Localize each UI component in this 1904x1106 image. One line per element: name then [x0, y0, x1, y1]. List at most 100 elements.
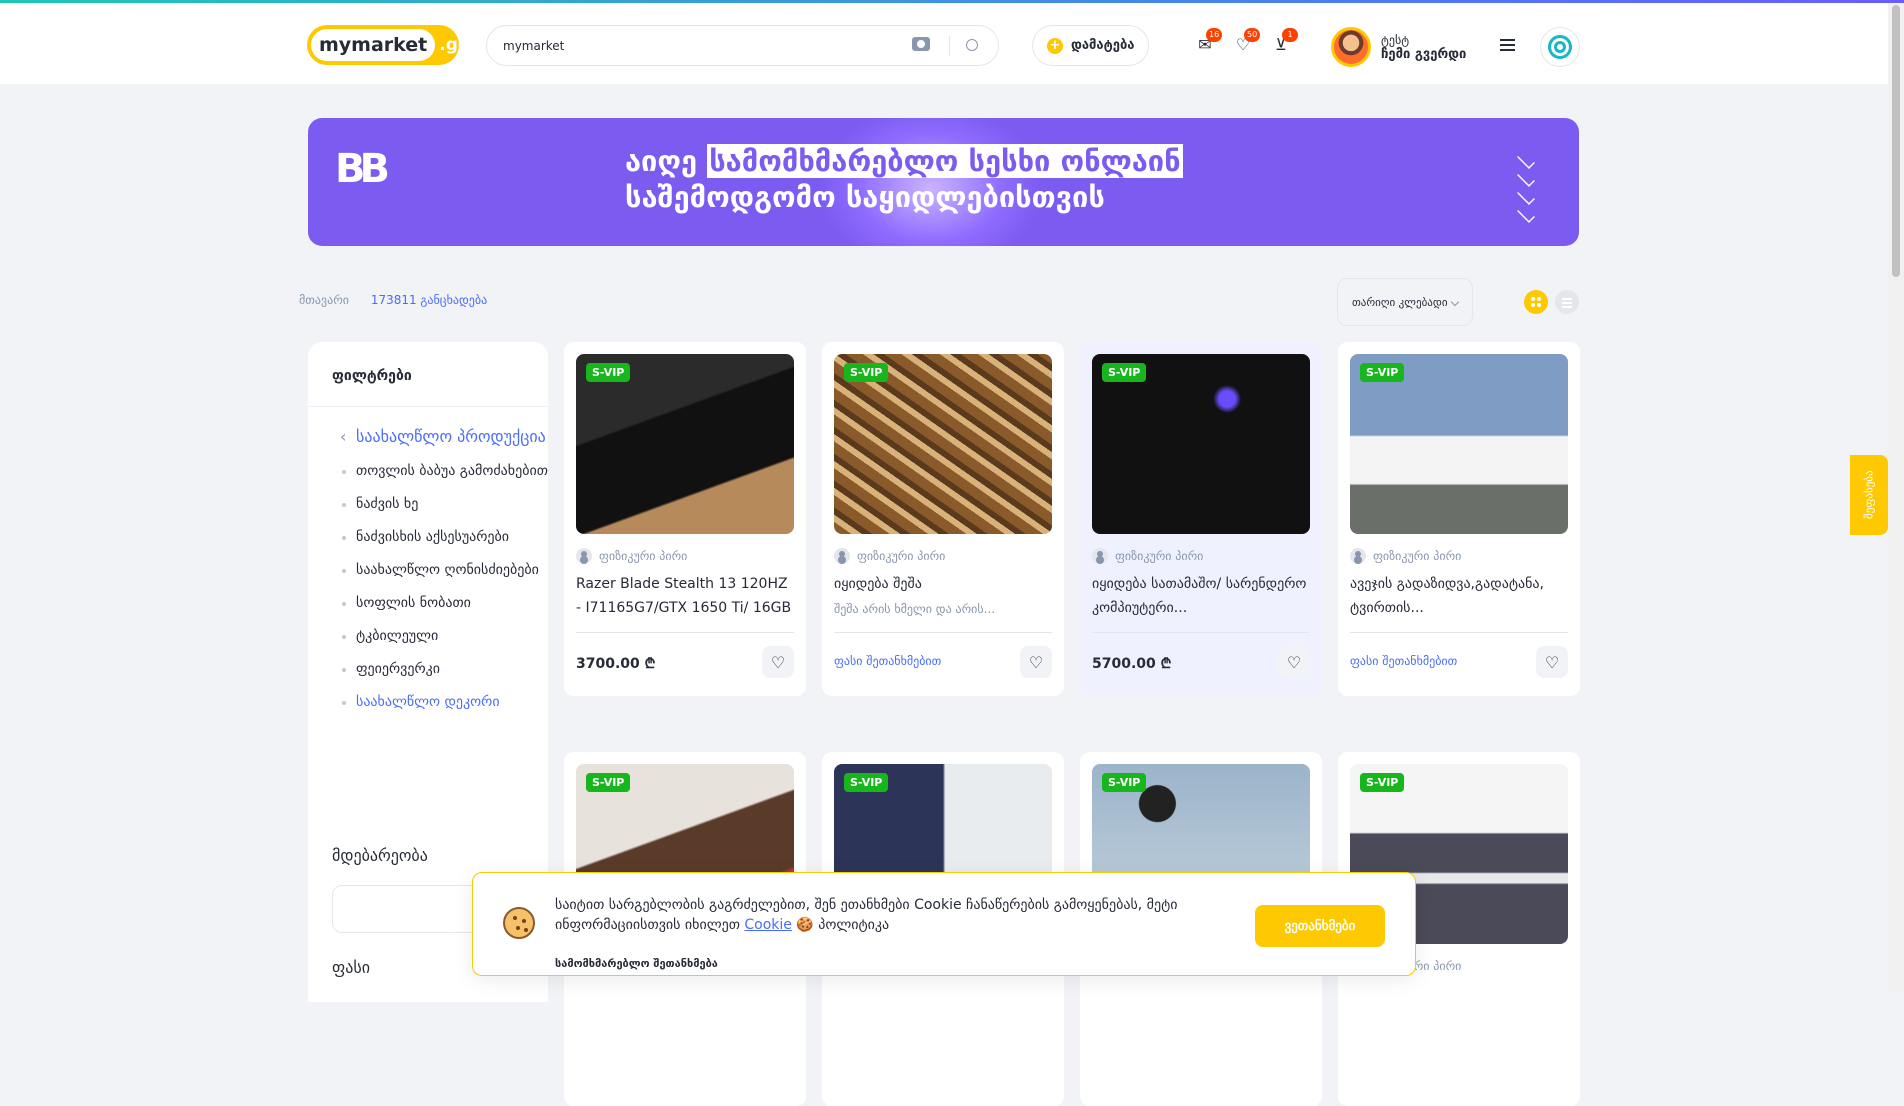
my-page-link[interactable]: ჩემი გვერდი — [1381, 47, 1466, 62]
product-card[interactable]: S-VIP ფიზიკური პირი ავეჯის გადაზიდვა,გად… — [1338, 342, 1580, 696]
cookie-banner: საიტით სარგებლობის გაგრძელებით, შენ ეთან… — [472, 872, 1416, 976]
user-icon — [834, 548, 850, 564]
product-price: 3700.00 ₾ — [576, 656, 656, 672]
heart-icon[interactable]: ♡ 50 — [1234, 28, 1261, 53]
messages-badge: 16 — [1206, 28, 1223, 42]
product-title[interactable]: Razer Blade Stealth 13 120HZ - I71165G7/… — [576, 572, 794, 620]
logo-suffix: .ge — [439, 35, 470, 55]
product-price: 5700.00 ₾ — [1092, 656, 1172, 672]
messages-icon[interactable]: ✉ 16 — [1196, 28, 1223, 53]
category-item[interactable]: ტკბილეული — [332, 620, 548, 653]
seller-type: ფიზიკური პირი — [834, 548, 945, 564]
camera-icon[interactable] — [912, 37, 930, 51]
logo[interactable]: mymarket .ge — [307, 25, 469, 65]
category-item[interactable]: სოფლის ნობათი — [332, 587, 548, 620]
add-listing-button[interactable]: + დამატება — [1032, 25, 1149, 66]
cookie-text-end: 🍪 პოლიტიკა — [791, 917, 890, 933]
cart-badge: 1 — [1282, 28, 1298, 42]
category-item[interactable]: ნაძვის ხე — [332, 488, 548, 521]
favorite-button[interactable]: ♡ — [1536, 646, 1568, 678]
favorite-button[interactable]: ♡ — [1020, 646, 1052, 678]
product-title[interactable]: ავეჯის გადაზიდვა,გადატანა, ტვირთის... — [1350, 572, 1568, 620]
card-divider — [834, 632, 1052, 633]
grid-view-toggle[interactable] — [1524, 290, 1548, 314]
favorite-button[interactable]: ♡ — [762, 646, 794, 678]
seller-label: ფიზიკური პირი — [857, 549, 946, 563]
search-value: mymarket — [503, 38, 565, 53]
svip-badge: S-VIP — [1360, 363, 1405, 382]
banner-line2: საშემოდგომო საყიდლებისთვის — [625, 180, 1105, 214]
user-name: ტესტ — [1381, 32, 1410, 47]
product-title[interactable]: იყიდება შეშა — [834, 572, 1052, 596]
breadcrumb: მთავარი 173811 განცხადება — [299, 293, 487, 307]
chevron-down-icon — [1517, 205, 1535, 223]
svip-badge: S-VIP — [1102, 363, 1147, 382]
category-item[interactable]: საახალწლო დეკორი — [332, 686, 548, 719]
banner-text: აიღე სამომხმარებლო სესხი ონლაინ საშემოდგ… — [625, 143, 1183, 215]
scrollbar-thumb[interactable] — [1892, 5, 1900, 277]
sort-select[interactable]: თარიღი კლებადი — [1337, 278, 1473, 326]
heart-icon: ♡ — [1544, 652, 1560, 672]
seller-label: ფიზიკური პირი — [1115, 549, 1204, 563]
card-divider — [1350, 632, 1568, 633]
seller-type: ფიზიკური პირი — [576, 548, 687, 564]
search-divider — [949, 36, 950, 56]
user-icon — [1092, 548, 1108, 564]
user-icon — [1350, 548, 1366, 564]
scrollbar[interactable] — [1888, 3, 1904, 992]
product-image[interactable]: S-VIP — [1092, 354, 1310, 534]
category-item[interactable]: საახალწლო ღონისძიებები — [332, 554, 548, 587]
cookie-icon — [503, 907, 535, 939]
chevron-down-icon — [1517, 187, 1535, 205]
search-icon[interactable] — [966, 39, 978, 51]
cookie-policy-link[interactable]: Cookie — [744, 917, 792, 933]
product-title[interactable]: იყიდება სათამაშო/ სარენდერო კომპიუტერი..… — [1092, 572, 1310, 620]
location-label: მდებარეობა — [332, 846, 428, 865]
menu-icon[interactable] — [1500, 39, 1515, 51]
product-price: ფასი შეთანხმებით — [834, 654, 942, 668]
seller-type: ფიზიკური პირი — [1092, 548, 1203, 564]
category-item[interactable]: თოვლის ბაბუა გამოძახებით — [332, 455, 548, 488]
feedback-tab[interactable]: შეფასება — [1850, 455, 1888, 535]
product-image[interactable]: S-VIP — [1350, 354, 1568, 534]
breadcrumb-home[interactable]: მთავარი — [299, 293, 349, 307]
add-listing-label: დამატება — [1071, 38, 1135, 53]
product-card[interactable]: S-VIP ფიზიკური პირი იყიდება შეშა შეშა არ… — [822, 342, 1064, 696]
logo-text: mymarket — [311, 29, 436, 61]
heart-icon: ♡ — [1028, 652, 1044, 672]
sort-value: თარიღი კლებადი — [1352, 295, 1448, 309]
card-divider — [576, 632, 794, 633]
cookie-text: საიტით სარგებლობის გაგრძელებით, შენ ეთან… — [555, 895, 1245, 935]
category-item[interactable]: საახალწლო პროდუქცია — [332, 419, 548, 455]
product-image[interactable]: S-VIP — [834, 354, 1052, 534]
plus-icon: + — [1047, 37, 1063, 54]
chevron-down-icon — [1517, 151, 1535, 169]
promo-banner[interactable]: BB აიღე სამომხმარებლო სესხი ონლაინ საშემ… — [308, 118, 1579, 246]
favorite-button[interactable]: ♡ — [1278, 646, 1310, 678]
heart-icon: ♡ — [770, 652, 786, 672]
breadcrumb-count[interactable]: 173811 განცხადება — [371, 293, 487, 307]
user-menu[interactable]: ტესტ ჩემი გვერდი — [1331, 25, 1481, 69]
avatar[interactable] — [1331, 27, 1371, 67]
user-icon — [576, 548, 592, 564]
product-price: ფასი შეთანხმებით — [1350, 654, 1458, 668]
category-item[interactable]: ფეიერვერკი — [332, 653, 548, 686]
svip-badge: S-VIP — [586, 773, 631, 792]
accept-cookies-button[interactable]: ვეთანხმები — [1255, 905, 1385, 947]
category-item[interactable]: ნაძვისხის აქსესუარები — [332, 521, 548, 554]
svip-badge: S-VIP — [844, 363, 889, 382]
product-card[interactable]: S-VIP ფიზიკური პირი Razer Blade Stealth … — [564, 342, 806, 696]
user-agreement-link[interactable]: სამომხმარებლო შეთანხმება — [555, 957, 718, 970]
list-view-toggle[interactable] — [1555, 290, 1579, 314]
header: mymarket .ge mymarket + დამატება ✉ 16 ♡ 50… — [0, 3, 1888, 84]
seller-type: ფიზიკური პირი — [1350, 548, 1461, 564]
search-input[interactable]: mymarket — [486, 25, 999, 66]
product-image[interactable]: S-VIP — [576, 354, 794, 534]
product-card[interactable]: S-VIP ფიზიკური პირი იყიდება სათამაშო/ სა… — [1080, 342, 1322, 696]
tnet-icon[interactable] — [1540, 27, 1580, 67]
svip-badge: S-VIP — [1360, 773, 1405, 792]
svip-badge: S-VIP — [844, 773, 889, 792]
chevron-down-icon — [1517, 169, 1535, 187]
category-list: საახალწლო პროდუქცია თოვლის ბაბუა გამოძახ… — [308, 407, 548, 719]
cart-icon[interactable]: ⊻ 1 — [1272, 28, 1298, 53]
